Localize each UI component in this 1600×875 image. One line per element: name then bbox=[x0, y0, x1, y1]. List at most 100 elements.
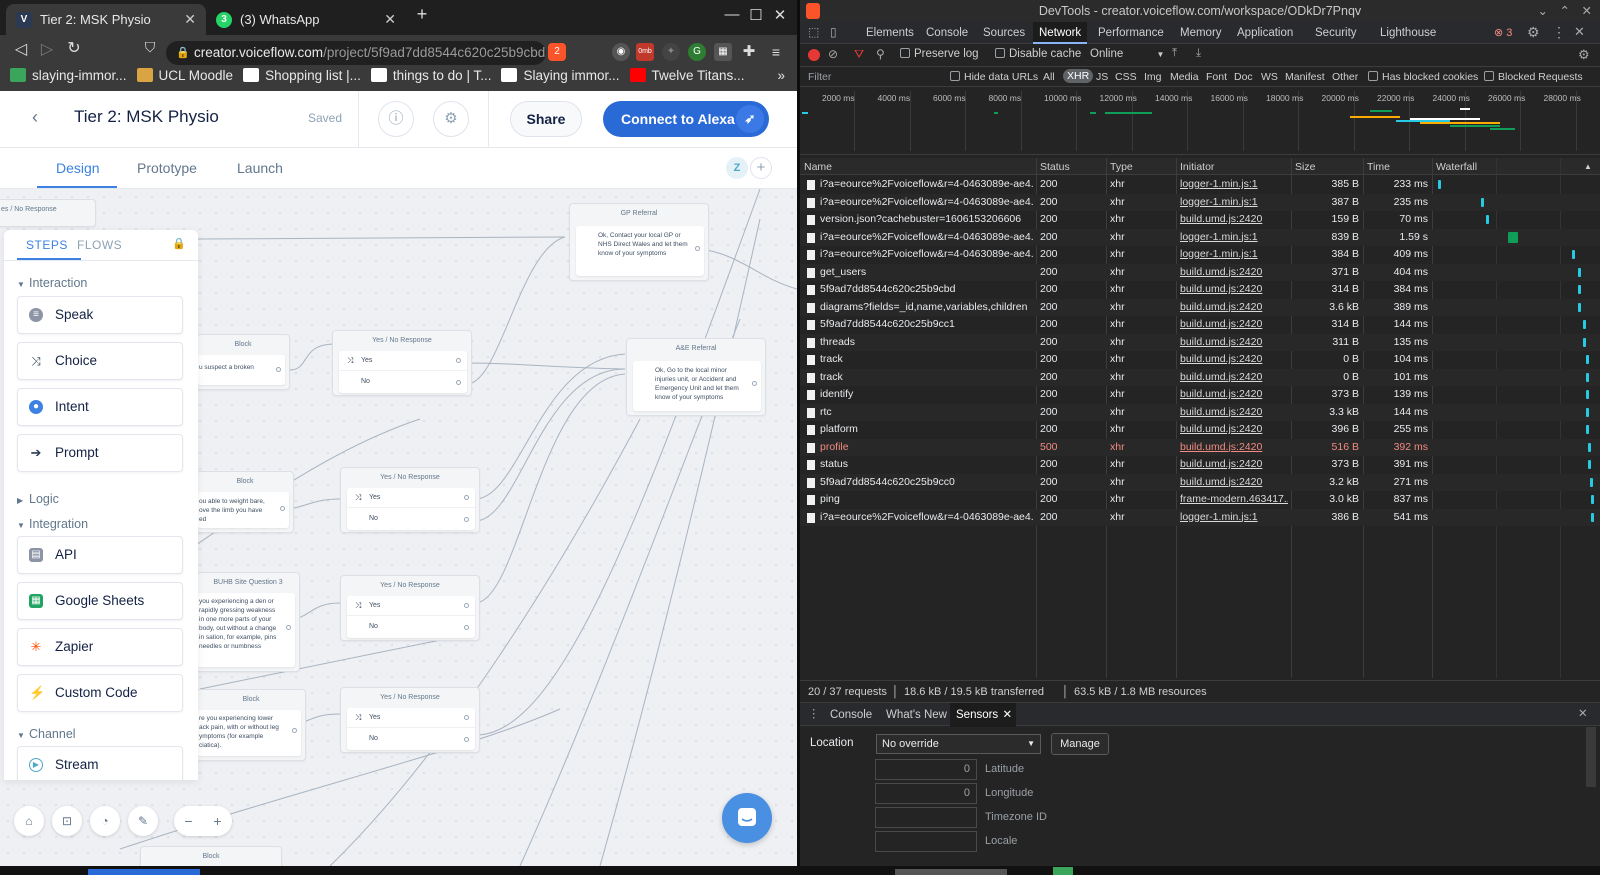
column-name[interactable]: Name bbox=[804, 161, 832, 173]
table-row[interactable]: threads 200 xhr build.umd.js:2420 311 B 135 m… bbox=[800, 333, 1600, 351]
filter-js[interactable]: JS bbox=[1096, 71, 1108, 83]
request-initiator-link[interactable]: build.umd.js:2420 bbox=[1180, 421, 1288, 438]
speak-step[interactable]: you experiencing a den or rapidly gressi… bbox=[197, 593, 295, 667]
step-intent[interactable]: ● Intent bbox=[17, 388, 183, 426]
has-blocked-cookies-checkbox[interactable]: Has blocked cookies bbox=[1368, 71, 1478, 83]
tab-console[interactable]: Console bbox=[920, 22, 974, 44]
choice-no[interactable]: No bbox=[347, 729, 475, 749]
request-initiator-link[interactable]: frame-modern.463417... bbox=[1180, 491, 1288, 508]
maximize-icon[interactable]: ☐ bbox=[744, 6, 768, 24]
request-initiator-link[interactable]: build.umd.js:2420 bbox=[1180, 334, 1288, 351]
request-initiator-link[interactable]: build.umd.js:2420 bbox=[1180, 439, 1288, 456]
taskbar-item[interactable] bbox=[895, 869, 1007, 875]
speak-step[interactable]: re you experiencing lower ack pain, with… bbox=[197, 710, 301, 756]
menu-icon[interactable]: ≡ bbox=[767, 43, 785, 61]
forward-icon[interactable]: ▷ bbox=[36, 39, 58, 59]
choice-step[interactable]: Yes No ⤨ bbox=[339, 351, 467, 393]
block-node[interactable]: Block bbox=[140, 846, 282, 866]
request-initiator-link[interactable]: logger-1.min.js:1 bbox=[1180, 246, 1288, 263]
drawer-tab-whats-new[interactable]: What's New bbox=[880, 703, 953, 727]
block-node[interactable]: Block ou able to weight bare, ove the li… bbox=[196, 471, 294, 533]
bookmark-item[interactable]: Twelve Titans... bbox=[629, 68, 745, 83]
choice-yes[interactable]: Yes bbox=[347, 708, 475, 728]
block-node[interactable]: Block re you experiencing lower ack pain… bbox=[196, 689, 306, 761]
tab-flows[interactable]: FLOWS bbox=[77, 238, 122, 252]
avatar[interactable]: Z bbox=[726, 157, 748, 179]
step-zapier[interactable]: ✳ Zapier bbox=[17, 628, 183, 666]
minimize-icon[interactable]: — bbox=[720, 6, 744, 23]
port[interactable] bbox=[456, 380, 461, 385]
filter-manifest[interactable]: Manifest bbox=[1285, 71, 1325, 83]
close-icon[interactable]: ✕ bbox=[1574, 24, 1585, 40]
port[interactable] bbox=[464, 517, 469, 522]
table-row[interactable]: 5f9ad7dd8544c620c25b9cbd 200 xhr build.umd.… bbox=[800, 281, 1600, 298]
grammarly-icon[interactable]: G bbox=[688, 43, 706, 61]
clear-icon[interactable]: ⊘ bbox=[828, 47, 838, 61]
edit-icon[interactable]: ✎ bbox=[128, 806, 158, 836]
step-prompt[interactable]: ➔ Prompt bbox=[17, 434, 183, 472]
column-size[interactable]: Size bbox=[1295, 161, 1315, 173]
add-collaborator-icon[interactable]: + bbox=[750, 157, 772, 179]
filter-input[interactable]: Filter bbox=[808, 71, 831, 83]
network-settings-icon[interactable]: ⚙ bbox=[1578, 47, 1590, 63]
request-initiator-link[interactable]: build.umd.js:2420 bbox=[1180, 316, 1288, 333]
throttle-select[interactable]: Online ▼ bbox=[1090, 48, 1164, 60]
drawer-tab-sensors[interactable]: Sensors ✕ bbox=[950, 703, 1017, 727]
table-row[interactable]: i?a=eource%2Fvoiceflow&r=4-0463089e-ae4.… bbox=[800, 246, 1600, 263]
table-row[interactable]: 5f9ad7dd8544c620c25b9cc0 200 xhr build.umd.… bbox=[800, 473, 1600, 491]
bookmark-icon[interactable]: ⛉ bbox=[139, 39, 161, 56]
tab-performance[interactable]: Performance bbox=[1092, 22, 1170, 44]
gamepad-icon[interactable]: ⊡ bbox=[52, 806, 82, 836]
step-google-sheets[interactable]: ▦ Google Sheets bbox=[17, 582, 183, 620]
yes-no-node[interactable]: Yes / No Response Yes No ⤨ bbox=[332, 330, 472, 396]
choice-no[interactable]: No bbox=[347, 617, 475, 637]
puzzle-icon[interactable]: ✚ bbox=[740, 43, 758, 61]
step-api[interactable]: ▤ API bbox=[17, 536, 183, 574]
block-node[interactable]: Block u suspect a broken bbox=[196, 334, 290, 390]
port[interactable] bbox=[464, 495, 469, 500]
search-icon[interactable]: ⚲ bbox=[876, 47, 885, 61]
latitude-input[interactable]: 0 bbox=[875, 759, 977, 780]
longitude-input[interactable]: 0 bbox=[875, 783, 977, 804]
maximize-icon[interactable]: ⌃ bbox=[1560, 0, 1570, 22]
request-initiator-link[interactable]: build.umd.js:2420 bbox=[1180, 369, 1288, 386]
comment-icon[interactable]: ◔ bbox=[90, 806, 120, 836]
inspect-element-icon[interactable]: ⬚ bbox=[808, 25, 819, 39]
more-options-icon[interactable]: ⋮ bbox=[1552, 24, 1566, 41]
close-window-icon[interactable]: ✕ bbox=[768, 6, 792, 24]
table-row[interactable]: profile 500 xhr build.umd.js:2420 516 B 392 m… bbox=[800, 438, 1600, 456]
yes-no-node[interactable]: Yes / No Response Yes No ⤨ bbox=[340, 575, 480, 641]
filter-doc[interactable]: Doc bbox=[1234, 71, 1253, 83]
port[interactable] bbox=[464, 715, 469, 720]
tab-memory[interactable]: Memory bbox=[1174, 22, 1228, 44]
port[interactable] bbox=[280, 506, 285, 511]
filter-xhr[interactable]: XHR bbox=[1063, 69, 1094, 83]
brave-shield-icon[interactable]: 2 bbox=[548, 43, 566, 61]
bookmark-item[interactable]: UCL Moodle bbox=[136, 68, 233, 83]
speak-step[interactable]: Ok, Contact your local GP or NHS Direct … bbox=[576, 226, 704, 276]
error-counter[interactable]: ⊗ 3 bbox=[1494, 26, 1512, 39]
table-row[interactable]: track 200 xhr build.umd.js:2420 0 B 101 ms bbox=[800, 368, 1600, 386]
choice-yes[interactable]: Yes bbox=[347, 488, 475, 508]
request-initiator-link[interactable]: logger-1.min.js:1 bbox=[1180, 194, 1288, 211]
yes-no-node[interactable]: es / No Response bbox=[0, 199, 96, 227]
choice-no[interactable]: No bbox=[339, 372, 467, 392]
filter-css[interactable]: CSS bbox=[1115, 71, 1137, 83]
speak-step[interactable]: Ok, Go to the local minor injuries unit,… bbox=[633, 361, 761, 411]
port[interactable] bbox=[276, 367, 281, 372]
port[interactable] bbox=[464, 737, 469, 742]
ae-referral-node[interactable]: A&E Referral Ok, Go to the local minor i… bbox=[626, 338, 766, 416]
back-chevron-icon[interactable]: ‹ bbox=[32, 107, 38, 128]
new-tab-button[interactable]: + bbox=[410, 4, 434, 25]
bookmark-item[interactable]: Shopping list |... bbox=[243, 68, 361, 83]
close-drawer-icon[interactable]: ✕ bbox=[1578, 706, 1588, 720]
choice-no[interactable]: No bbox=[347, 509, 475, 529]
tab-network[interactable]: Network bbox=[1033, 22, 1088, 44]
column-initiator[interactable]: Initiator bbox=[1180, 161, 1214, 173]
taskbar-tray-icon[interactable] bbox=[1053, 867, 1073, 875]
table-row[interactable]: rtc 200 xhr build.umd.js:2420 3.3 kB 144 ms bbox=[800, 403, 1600, 421]
column-waterfall[interactable]: Waterfall bbox=[1436, 161, 1477, 173]
home-icon[interactable]: ⌂ bbox=[14, 806, 44, 836]
table-row[interactable]: get_users 200 xhr build.umd.js:2420 371 B 404… bbox=[800, 263, 1600, 281]
step-custom-code[interactable]: ⚡ Custom Code bbox=[17, 674, 183, 712]
